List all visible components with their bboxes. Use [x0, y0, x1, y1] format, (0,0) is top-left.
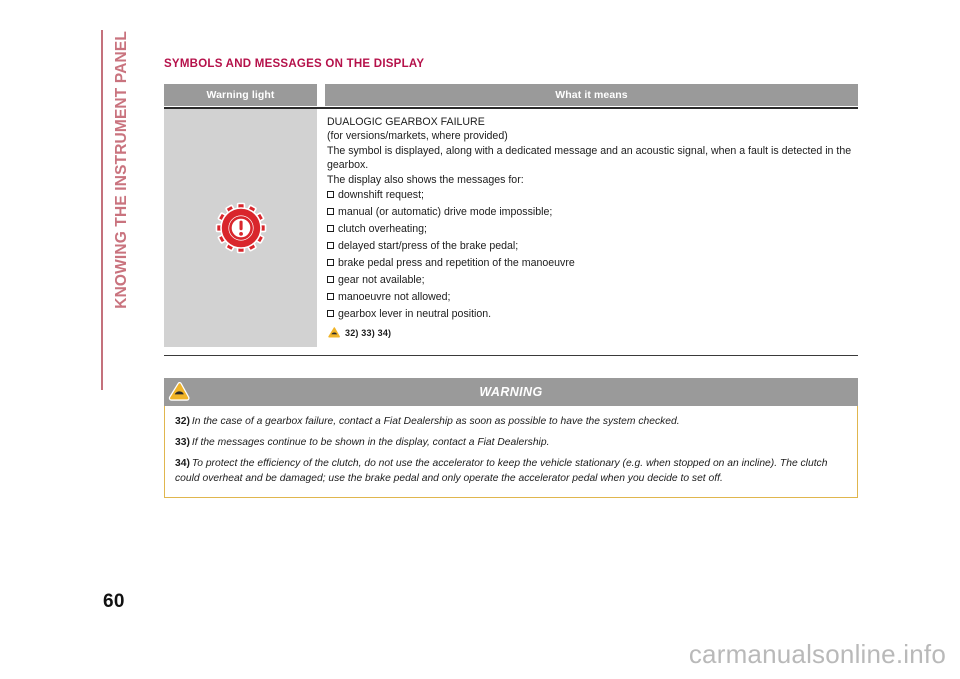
column-header-what-it-means: What it means [325, 84, 858, 106]
square-bullet-icon [327, 310, 334, 318]
warning-light-table: Warning light What it means DUALOGIC GEA… [164, 84, 858, 357]
list-item: manual (or automatic) drive mode impossi… [327, 204, 858, 221]
square-bullet-icon [327, 208, 334, 216]
list-item-label: brake pedal press and repetition of the … [338, 257, 575, 270]
section-title: SYMBOLS AND MESSAGES ON THE DISPLAY [164, 58, 425, 70]
list-item: clutch overheating; [327, 221, 858, 238]
warning-triangle-icon [168, 382, 190, 401]
list-item: downshift request; [327, 187, 858, 204]
warning-note-number: 32) [175, 416, 190, 428]
warning-title: WARNING [479, 385, 543, 400]
page-content: SYMBOLS AND MESSAGES ON THE DISPLAY Warn… [164, 58, 858, 498]
square-bullet-icon [327, 259, 334, 267]
chapter-rail: KNOWING THE INSTRUMENT PANEL [101, 30, 135, 390]
table-header-row: Warning light What it means [164, 84, 858, 106]
page-number: 60 [103, 591, 125, 612]
warning-light-symbol-cell [164, 109, 317, 348]
warning-note: 32) In the case of a gearbox failure, con… [175, 415, 847, 429]
list-item: delayed start/press of the brake pedal; [327, 238, 858, 255]
column-gap [317, 84, 325, 106]
list-item-label: delayed start/press of the brake pedal; [338, 240, 519, 253]
list-item-label: downshift request; [338, 189, 424, 202]
list-item: manoeuvre not allowed; [327, 289, 858, 306]
list-item-label: manoeuvre not allowed; [338, 291, 451, 304]
square-bullet-icon [327, 276, 334, 284]
message-list: downshift request; manual (or automatic)… [327, 187, 858, 323]
list-item-label: clutch overheating; [338, 223, 427, 236]
chapter-title: KNOWING THE INSTRUMENT PANEL [113, 31, 130, 309]
table-bottom-rule [164, 355, 858, 357]
list-item: gearbox lever in neutral position. [327, 306, 858, 323]
description-paragraph-1: The symbol is displayed, along with a de… [327, 144, 852, 172]
square-bullet-icon [327, 242, 334, 250]
warning-note-text: To protect the efficiency of the clutch,… [175, 458, 828, 484]
square-bullet-icon [327, 293, 334, 301]
site-watermark: carmanualsonline.info [688, 639, 946, 669]
warning-block: WARNING 32) In the case of a gearbox fail… [164, 378, 858, 498]
warning-note-text: If the messages continue to be shown in … [191, 437, 550, 449]
list-item-label: manual (or automatic) drive mode impossi… [338, 206, 553, 219]
cell-gap [317, 109, 325, 348]
gear-exclamation-icon [215, 202, 266, 254]
warning-header-bar: WARNING [164, 378, 858, 407]
square-bullet-icon [327, 225, 334, 233]
warning-note-number: 34) [175, 458, 190, 470]
list-item: gear not available; [327, 272, 858, 289]
warning-note: 33) If the messages continue to be shown … [175, 436, 847, 450]
chapter-rail-divider [101, 30, 103, 390]
description-heading: DUALOGIC GEARBOX FAILURE [327, 116, 485, 128]
table-row: DUALOGIC GEARBOX FAILURE (for versions/m… [164, 107, 858, 348]
warning-note-number: 33) [175, 437, 190, 449]
description-paragraph-2: The display also shows the messages for: [327, 173, 524, 186]
description-subheading: (for versions/markets, where provided) [327, 130, 508, 143]
reference-numbers: 32) 33) 34) [345, 327, 392, 338]
list-item-label: gearbox lever in neutral position. [338, 308, 492, 321]
list-item-label: gear not available; [338, 274, 425, 287]
list-item: brake pedal press and repetition of the … [327, 255, 858, 272]
warning-notes-box: 32) In the case of a gearbox failure, con… [164, 406, 858, 498]
warning-note-text: In the case of a gearbox failure, contac… [191, 416, 680, 428]
column-header-warning-light: Warning light [164, 84, 317, 106]
warning-triangle-icon [327, 326, 341, 339]
warning-note: 34) To protect the efficiency of the clut… [175, 457, 847, 485]
reference-row: 32) 33) 34) [327, 326, 858, 339]
square-bullet-icon [327, 191, 334, 199]
warning-light-description-cell: DUALOGIC GEARBOX FAILURE (for versions/m… [325, 109, 858, 347]
